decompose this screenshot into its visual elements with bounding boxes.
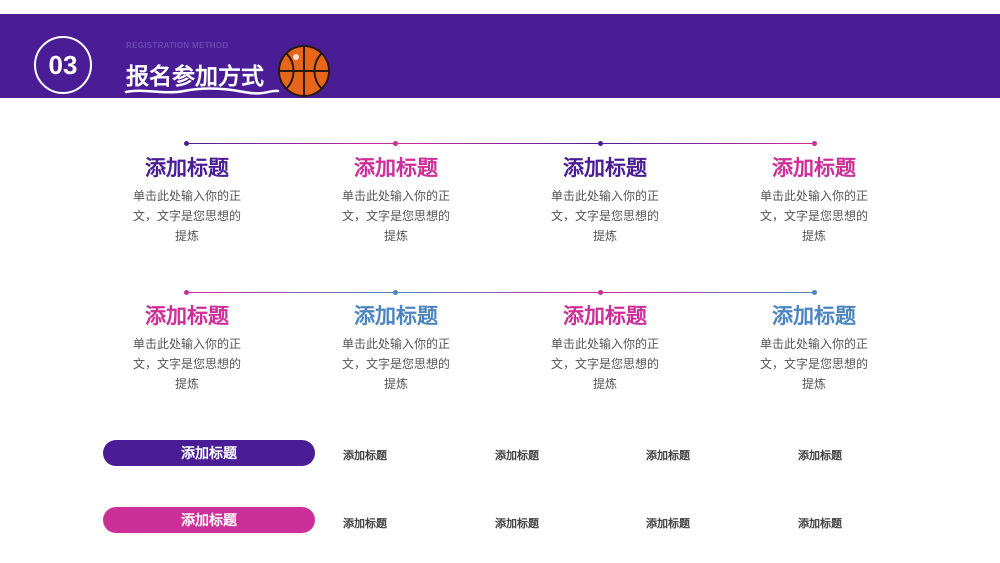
- table-cell: 添加标题: [798, 518, 842, 530]
- timeline-dot: [598, 141, 603, 146]
- grid-item: 添加标题 单击此处输入你的正文，文字是您思想的提炼: [316, 304, 476, 394]
- title-underline: [124, 87, 280, 95]
- item-title: 添加标题: [772, 157, 856, 180]
- timeline-dot: [184, 290, 189, 295]
- item-title: 添加标题: [772, 305, 856, 328]
- table-cell: 添加标题: [646, 518, 690, 530]
- item-body: 单击此处输入你的正文，文字是您思想的提炼: [132, 189, 241, 243]
- table-cell: 添加标题: [343, 518, 387, 530]
- item-body: 单击此处输入你的正文，文字是您思想的提炼: [341, 337, 450, 391]
- item-title: 添加标题: [354, 305, 438, 328]
- table-cell: 添加标题: [495, 450, 539, 462]
- section-subtitle: REGISTRATION METHOD: [126, 41, 229, 50]
- section-number: 03: [34, 36, 92, 94]
- table-cell: 添加标题: [798, 450, 842, 462]
- grid-item: 添加标题 单击此处输入你的正文，文字是您思想的提炼: [525, 304, 685, 394]
- grid-item: 添加标题 单击此处输入你的正文，文字是您思想的提炼: [107, 156, 267, 246]
- timeline-line-top: [186, 143, 814, 144]
- table-cell: 添加标题: [495, 518, 539, 530]
- timeline-dot: [393, 141, 398, 146]
- item-title: 添加标题: [145, 305, 229, 328]
- timeline-dot: [812, 141, 817, 146]
- basketball-icon: [278, 45, 330, 97]
- table-cell: 添加标题: [343, 450, 387, 462]
- table-cell: 添加标题: [646, 450, 690, 462]
- row-label-pill: 添加标题: [103, 440, 315, 466]
- timeline-dot: [393, 290, 398, 295]
- timeline-line-bottom: [186, 292, 814, 293]
- item-body: 单击此处输入你的正文，文字是您思想的提炼: [550, 337, 659, 391]
- timeline-dot: [184, 141, 189, 146]
- grid-item: 添加标题 单击此处输入你的正文，文字是您思想的提炼: [525, 156, 685, 246]
- grid-item: 添加标题 单击此处输入你的正文，文字是您思想的提炼: [316, 156, 476, 246]
- row-label-pill: 添加标题: [103, 507, 315, 533]
- item-body: 单击此处输入你的正文，文字是您思想的提炼: [550, 189, 659, 243]
- grid-item: 添加标题 单击此处输入你的正文，文字是您思想的提炼: [734, 156, 894, 246]
- item-title: 添加标题: [354, 157, 438, 180]
- item-title: 添加标题: [563, 157, 647, 180]
- item-title: 添加标题: [145, 157, 229, 180]
- item-body: 单击此处输入你的正文，文字是您思想的提炼: [759, 189, 868, 243]
- item-body: 单击此处输入你的正文，文字是您思想的提炼: [132, 337, 241, 391]
- item-body: 单击此处输入你的正文，文字是您思想的提炼: [759, 337, 868, 391]
- timeline-dot: [812, 290, 817, 295]
- item-title: 添加标题: [563, 305, 647, 328]
- grid-item: 添加标题 单击此处输入你的正文，文字是您思想的提炼: [107, 304, 267, 394]
- header-bar: 03 REGISTRATION METHOD 报名参加方式: [0, 14, 1000, 98]
- item-body: 单击此处输入你的正文，文字是您思想的提炼: [341, 189, 450, 243]
- grid-item: 添加标题 单击此处输入你的正文，文字是您思想的提炼: [734, 304, 894, 394]
- timeline-dot: [598, 290, 603, 295]
